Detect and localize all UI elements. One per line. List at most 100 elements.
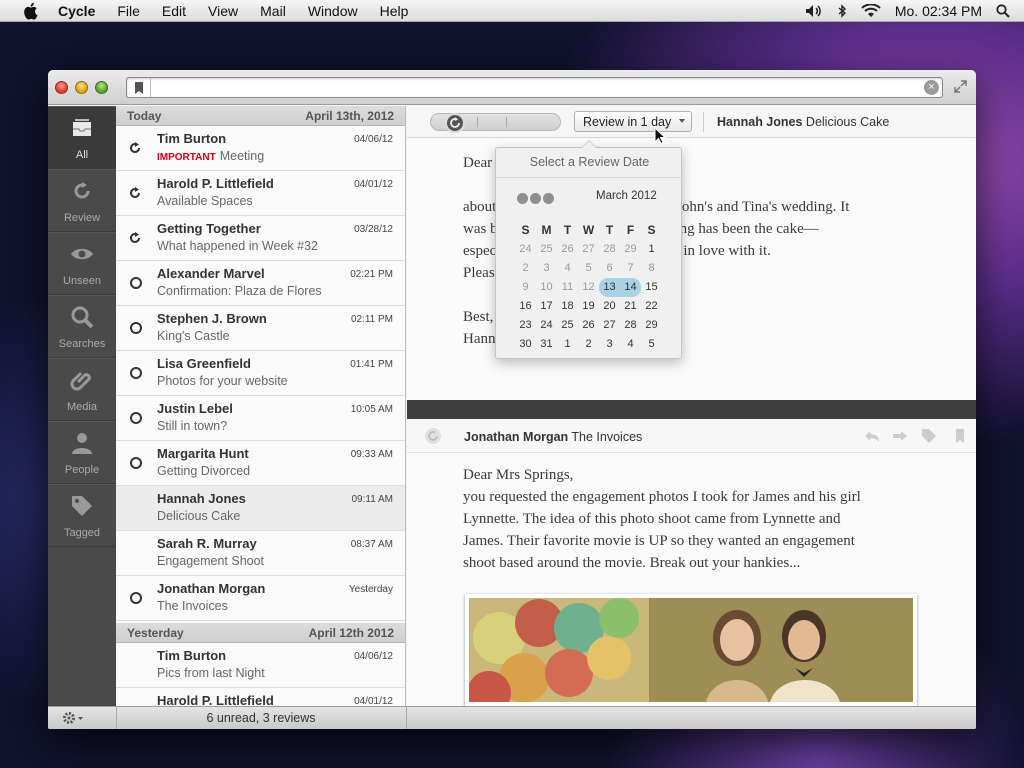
- unread-icon[interactable]: [130, 412, 142, 424]
- review-slider-knob-icon[interactable]: [445, 113, 465, 133]
- unread-icon[interactable]: [130, 322, 142, 334]
- menu-mail[interactable]: Mail: [260, 3, 286, 19]
- review-icon[interactable]: [128, 231, 142, 245]
- calendar-day[interactable]: 7: [620, 259, 641, 278]
- sidebar-item-people[interactable]: People: [48, 421, 116, 484]
- calendar-day[interactable]: 5: [578, 259, 599, 278]
- calendar-day[interactable]: 24: [515, 240, 536, 259]
- calendar-day[interactable]: 28: [620, 316, 641, 335]
- wifi-icon[interactable]: [861, 4, 881, 18]
- list-item[interactable]: Harold P. Littlefield Available Spaces 04/…: [116, 171, 405, 216]
- list-item[interactable]: Hannah Jones Delicious Cake 09:11 AM: [116, 486, 405, 531]
- previous-month-icon[interactable]: [517, 193, 528, 204]
- list-item[interactable]: Justin Lebel Still in town? 10:05 AM: [116, 396, 405, 441]
- calendar-day[interactable]: 25: [557, 316, 578, 335]
- calendar-day[interactable]: 31: [536, 335, 557, 354]
- menu-edit[interactable]: Edit: [162, 3, 186, 19]
- list-item[interactable]: Tim Burton Pics from last Night 04/06/12: [116, 643, 405, 688]
- calendar-day[interactable]: 4: [557, 259, 578, 278]
- fullscreen-icon[interactable]: [954, 80, 967, 96]
- calendar-day[interactable]: 11: [557, 278, 578, 297]
- calendar-day[interactable]: 14: [620, 278, 641, 297]
- list-item[interactable]: Harold P. Littlefield 04/01/12: [116, 688, 405, 706]
- calendar-day[interactable]: 13: [599, 278, 620, 297]
- calendar-day[interactable]: 21: [620, 297, 641, 316]
- next-month-icon[interactable]: [543, 193, 554, 204]
- zoom-window-button[interactable]: [95, 81, 108, 94]
- review-icon[interactable]: [128, 186, 142, 200]
- sidebar-item-review[interactable]: Review: [48, 169, 116, 232]
- app-menu[interactable]: Cycle: [58, 3, 95, 19]
- calendar-day[interactable]: 2: [515, 259, 536, 278]
- calendar-day[interactable]: 19: [578, 297, 599, 316]
- gear-icon[interactable]: [62, 711, 86, 725]
- sidebar-item-all[interactable]: All: [48, 106, 116, 169]
- unread-icon[interactable]: [130, 592, 142, 604]
- calendar-day[interactable]: 1: [557, 335, 578, 354]
- current-month-icon[interactable]: [530, 193, 541, 204]
- list-item[interactable]: Lisa Greenfield Photos for your website 01…: [116, 351, 405, 396]
- calendar-day[interactable]: 24: [536, 316, 557, 335]
- list-item[interactable]: Alexander Marvel Confirmation: Plaza de F…: [116, 261, 405, 306]
- calendar-day[interactable]: 17: [536, 297, 557, 316]
- list-item[interactable]: Getting Together What happened in Week #3…: [116, 216, 405, 261]
- calendar-day[interactable]: 5: [641, 335, 662, 354]
- review-date-dropdown[interactable]: Review in 1 day: [574, 111, 692, 132]
- calendar-day[interactable]: 1: [641, 240, 662, 259]
- tag-icon[interactable]: [921, 428, 937, 444]
- bookmark-icon[interactable]: [952, 428, 968, 444]
- attached-photo[interactable]: [465, 594, 917, 706]
- calendar-day[interactable]: 20: [599, 297, 620, 316]
- calendar-day[interactable]: 16: [515, 297, 536, 316]
- search-input[interactable]: ×: [126, 77, 943, 98]
- calendar-day[interactable]: 12: [578, 278, 599, 297]
- calendar-day[interactable]: 3: [536, 259, 557, 278]
- forward-icon[interactable]: [892, 428, 908, 444]
- calendar-day[interactable]: 22: [641, 297, 662, 316]
- calendar-day[interactable]: 10: [536, 278, 557, 297]
- list-item[interactable]: Margarita Hunt Getting Divorced 09:33 AM: [116, 441, 405, 486]
- calendar-day[interactable]: 23: [515, 316, 536, 335]
- sidebar-item-tagged[interactable]: Tagged: [48, 484, 116, 547]
- list-item[interactable]: Jonathan Morgan The Invoices Yesterday: [116, 576, 405, 621]
- unread-icon[interactable]: [130, 457, 142, 469]
- review-slider[interactable]: [430, 113, 561, 133]
- calendar-day[interactable]: 8: [641, 259, 662, 278]
- reply-icon[interactable]: [864, 428, 880, 444]
- menubar-clock[interactable]: Mo. 02:34 PM: [895, 3, 982, 19]
- volume-icon[interactable]: [805, 4, 823, 18]
- menu-window[interactable]: Window: [308, 3, 358, 19]
- calendar-day[interactable]: 26: [578, 316, 599, 335]
- calendar-day[interactable]: 26: [557, 240, 578, 259]
- list-item[interactable]: Tim Burton IMPORTANT Meeting 04/06/12: [116, 126, 405, 171]
- unread-icon[interactable]: [130, 277, 142, 289]
- sidebar-item-media[interactable]: Media: [48, 358, 116, 421]
- menu-view[interactable]: View: [208, 3, 238, 19]
- spotlight-search-icon[interactable]: [996, 4, 1010, 18]
- review-icon[interactable]: [425, 428, 441, 444]
- calendar-day[interactable]: 2: [578, 335, 599, 354]
- sidebar-item-unseen[interactable]: Unseen: [48, 232, 116, 295]
- calendar-day[interactable]: 4: [620, 335, 641, 354]
- calendar-day[interactable]: 27: [578, 240, 599, 259]
- pane-divider[interactable]: [407, 400, 976, 419]
- calendar-day[interactable]: 3: [599, 335, 620, 354]
- list-item[interactable]: Stephen J. Brown King's Castle 02:11 PM: [116, 306, 405, 351]
- calendar-day[interactable]: 30: [515, 335, 536, 354]
- calendar-day[interactable]: 29: [641, 316, 662, 335]
- sidebar-item-searches[interactable]: Searches: [48, 295, 116, 358]
- bookmark-icon[interactable]: [127, 78, 151, 97]
- calendar-day[interactable]: 15: [641, 278, 662, 297]
- bluetooth-icon[interactable]: [837, 4, 847, 18]
- minimize-window-button[interactable]: [75, 81, 88, 94]
- calendar-day[interactable]: 18: [557, 297, 578, 316]
- clear-search-icon[interactable]: ×: [924, 80, 939, 95]
- calendar-day[interactable]: 27: [599, 316, 620, 335]
- close-window-button[interactable]: [55, 81, 68, 94]
- calendar-day[interactable]: 28: [599, 240, 620, 259]
- menu-help[interactable]: Help: [380, 3, 409, 19]
- apple-menu-icon[interactable]: [22, 1, 42, 21]
- calendar-day[interactable]: 29: [620, 240, 641, 259]
- calendar-day[interactable]: 9: [515, 278, 536, 297]
- calendar-day[interactable]: 6: [599, 259, 620, 278]
